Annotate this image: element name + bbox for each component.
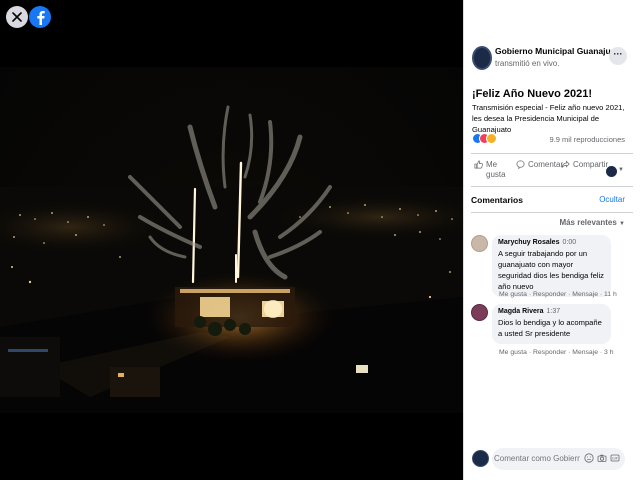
comment-author[interactable]: Magda Rivera: [498, 308, 544, 315]
fireworks-video[interactable]: [0, 67, 463, 413]
divider: [471, 153, 633, 154]
comments-header: Comentarios: [471, 195, 523, 205]
sort-label: Más relevantes: [559, 218, 617, 227]
comment-label: Comentar: [528, 160, 564, 169]
comment-icon: [516, 160, 525, 169]
post-description: Transmisión especial - Feliz año nuevo 2…: [472, 103, 625, 134]
caret-down-icon: ▼: [619, 221, 625, 227]
live-video-viewer: Gobierno Municipal Guanajuato transmitió…: [0, 0, 640, 480]
comment-item: Magda Rivera 1:37 Dios lo bendiga y lo ac…: [471, 304, 631, 362]
comment-text: A seguir trabajando por un guanajuato co…: [498, 249, 604, 291]
composer-tools: GIF: [584, 453, 620, 463]
close-icon: [12, 12, 22, 22]
video-pane[interactable]: [0, 0, 463, 480]
share-label: Compartir: [573, 160, 609, 169]
share-button[interactable]: Compartir: [561, 160, 608, 170]
page-avatar[interactable]: [472, 46, 492, 70]
sort-comments-dropdown[interactable]: Más relevantes ▼: [559, 218, 625, 227]
facebook-home-button[interactable]: [29, 6, 51, 28]
view-count[interactable]: 9.9 mil reproducciones: [550, 135, 625, 144]
gif-icon[interactable]: GIF: [610, 453, 620, 463]
more-options-button[interactable]: ···: [609, 47, 627, 65]
comment-author[interactable]: Marychuy Rosales: [498, 239, 559, 246]
divider: [471, 186, 633, 187]
thumbs-up-icon: [474, 160, 483, 169]
comment-item: Marychuy Rosales 0:00 A seguir trabajando…: [471, 235, 631, 303]
post-side-panel: Gobierno Municipal Guanajuato transmitió…: [463, 0, 640, 480]
comment-actions[interactable]: Me gusta · Responder · Mensaje · 3 h: [499, 349, 613, 356]
divider: [471, 212, 633, 213]
comment-timestamp-link[interactable]: 1:37: [547, 308, 561, 315]
camera-icon[interactable]: [597, 453, 607, 463]
close-button[interactable]: [6, 6, 28, 28]
commenter-avatar[interactable]: [471, 304, 488, 321]
post-header: Gobierno Municipal Guanajuato transmitió…: [464, 40, 640, 76]
post-title: ¡Feliz Año Nuevo 2021!: [472, 88, 593, 100]
more-dots-icon: ···: [613, 49, 623, 59]
comment-input-box[interactable]: GIF: [492, 448, 625, 470]
comment-button[interactable]: Comentar: [516, 160, 563, 170]
facebook-logo-icon: [37, 11, 45, 25]
caret-down-icon[interactable]: ▼: [618, 167, 624, 173]
page-name-link[interactable]: Gobierno Municipal Guanajuato: [495, 46, 623, 56]
comment-timestamp-link[interactable]: 0:00: [562, 239, 576, 246]
comment-text: Dios lo bendiga y lo acompañe a usted Sr…: [498, 318, 602, 338]
comment-input[interactable]: [494, 454, 580, 463]
composer-avatar: [472, 450, 489, 467]
comment-composer: GIF: [464, 446, 640, 472]
share-as-avatar[interactable]: [606, 166, 617, 177]
comment-bubble: Magda Rivera 1:37 Dios lo bendiga y lo ac…: [492, 304, 611, 344]
emoji-icon[interactable]: [584, 453, 594, 463]
svg-text:GIF: GIF: [612, 457, 619, 461]
live-note: transmitió en vivo.: [495, 59, 560, 68]
comment-actions[interactable]: Me gusta · Responder · Mensaje · 11 h: [499, 291, 617, 298]
reactions-summary[interactable]: [472, 133, 502, 145]
post-actions: Me gusta Comentar Compartir ▼: [464, 160, 640, 186]
comment-bubble: Marychuy Rosales 0:00 A seguir trabajando…: [492, 235, 611, 297]
wow-reaction-icon: [486, 133, 497, 144]
commenter-avatar[interactable]: [471, 235, 488, 252]
like-label: Me gusta: [486, 160, 506, 179]
hide-comments-link[interactable]: Ocultar: [599, 195, 625, 204]
fireworks-scene-image: [0, 105, 463, 413]
like-button[interactable]: Me gusta: [474, 160, 510, 180]
share-icon: [561, 160, 570, 168]
